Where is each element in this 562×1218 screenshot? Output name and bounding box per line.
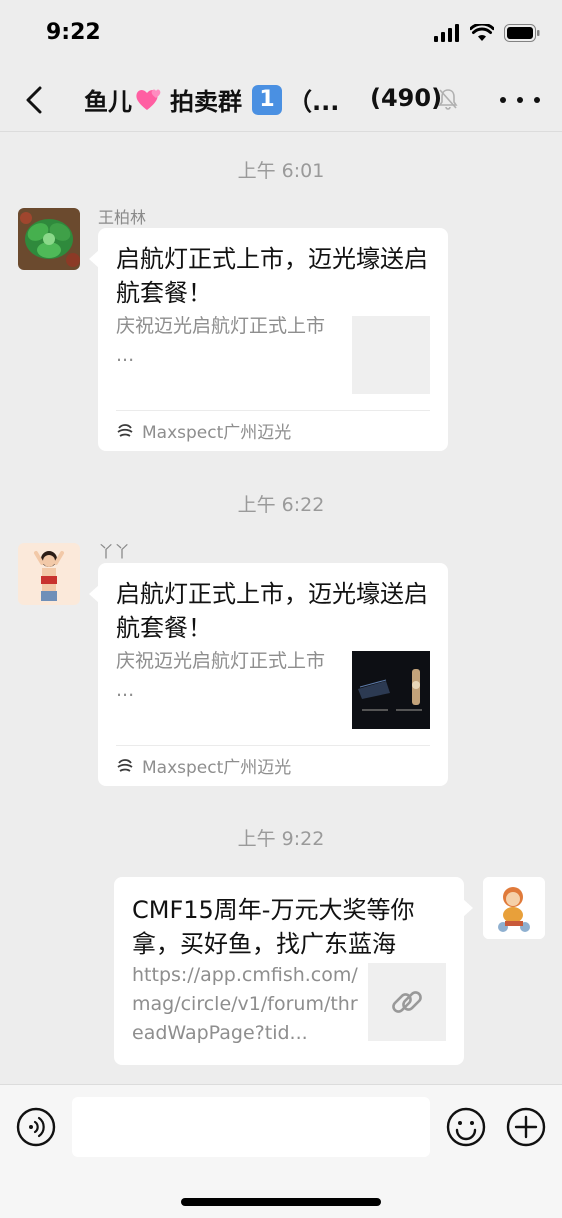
card-description: 庆祝迈光启航灯正式上市 ...: [116, 650, 326, 701]
emoji-button[interactable]: [446, 1107, 486, 1147]
voice-input-button[interactable]: [16, 1107, 56, 1147]
heart-icon: [136, 89, 161, 110]
wifi-icon: [470, 24, 494, 41]
shared-link-card-self[interactable]: CMF15周年-万元大奖等你拿，买好鱼，找广东蓝海 https://app.cm…: [114, 877, 473, 1065]
chat-title: 鱼儿 拍卖群 1 （...: [84, 82, 339, 117]
card-thumbnail: [352, 316, 430, 394]
maxspect-logo-icon: [117, 758, 133, 772]
status-icons: [434, 24, 540, 42]
card-source-label: Maxspect广州迈光: [142, 758, 292, 778]
avatar-yaya[interactable]: [18, 543, 80, 605]
sender-name: 丫丫: [98, 542, 131, 561]
girl-avatar-icon: [18, 543, 80, 605]
succulent-avatar-icon: [18, 208, 80, 270]
more-functions-button[interactable]: [506, 1107, 546, 1147]
card-description: https://app.cmfish.com/mag/circle/v1/for…: [132, 964, 358, 1044]
home-indicator[interactable]: [181, 1198, 381, 1206]
card-source: Maxspect广州迈光: [116, 753, 291, 778]
product-image-icon: [352, 651, 430, 729]
card-title: CMF15周年-万元大奖等你拿，买好鱼，找广东蓝海: [132, 896, 415, 958]
sender-name: 王柏林: [98, 208, 147, 227]
nav-bar: 鱼儿 拍卖群 1 （... (490): [0, 66, 562, 132]
back-button[interactable]: [14, 80, 54, 120]
title-middle: 拍卖群: [170, 88, 242, 116]
keycap-one-icon: 1: [252, 84, 282, 115]
back-chevron-icon: [26, 86, 42, 114]
battery-icon: [504, 24, 540, 42]
avatar-wangbailin[interactable]: [18, 208, 80, 270]
message-timestamp: 上午 6:01: [237, 160, 325, 182]
title-suffix: （...: [288, 88, 340, 116]
mute-bell-icon: [438, 89, 458, 110]
member-count: (490): [370, 84, 443, 112]
link-icon: [392, 991, 422, 1013]
card-source: Maxspect广州迈光: [116, 418, 291, 443]
card-description: 庆祝迈光启航灯正式上市 ...: [116, 315, 326, 366]
card-title: 启航灯正式上市，迈光壕送启航套餐！: [116, 245, 428, 307]
signal-icon: [434, 24, 459, 42]
shared-link-card[interactable]: 启航灯正式上市，迈光壕送启航套餐！ 庆祝迈光启航灯正式上市 ... Maxspe…: [89, 563, 448, 786]
card-thumbnail: [352, 651, 430, 729]
message-timestamp: 上午 6:22: [237, 494, 325, 516]
card-source-label: Maxspect广州迈光: [142, 423, 292, 443]
maxspect-logo-icon: [117, 423, 133, 437]
more-options-button[interactable]: [500, 90, 540, 110]
status-time: 9:22: [46, 20, 101, 45]
emoji-icon: [446, 1107, 486, 1147]
card-thumbnail: [368, 963, 446, 1041]
card-title: 启航灯正式上市，迈光壕送启航套餐！: [116, 580, 428, 642]
message-timestamp: 上午 9:22: [237, 828, 325, 850]
voice-icon: [16, 1107, 56, 1147]
title-prefix: 鱼儿: [84, 88, 132, 116]
plus-icon: [506, 1107, 546, 1147]
avatar-self[interactable]: [483, 877, 545, 939]
more-dots-icon: [500, 97, 506, 103]
cartoon-avatar-icon: [483, 877, 545, 939]
message-input[interactable]: [72, 1097, 430, 1157]
status-bar: 9:22: [0, 0, 562, 66]
shared-link-card[interactable]: 启航灯正式上市，迈光壕送启航套餐！ 庆祝迈光启航灯正式上市 ... Maxspe…: [89, 228, 448, 451]
